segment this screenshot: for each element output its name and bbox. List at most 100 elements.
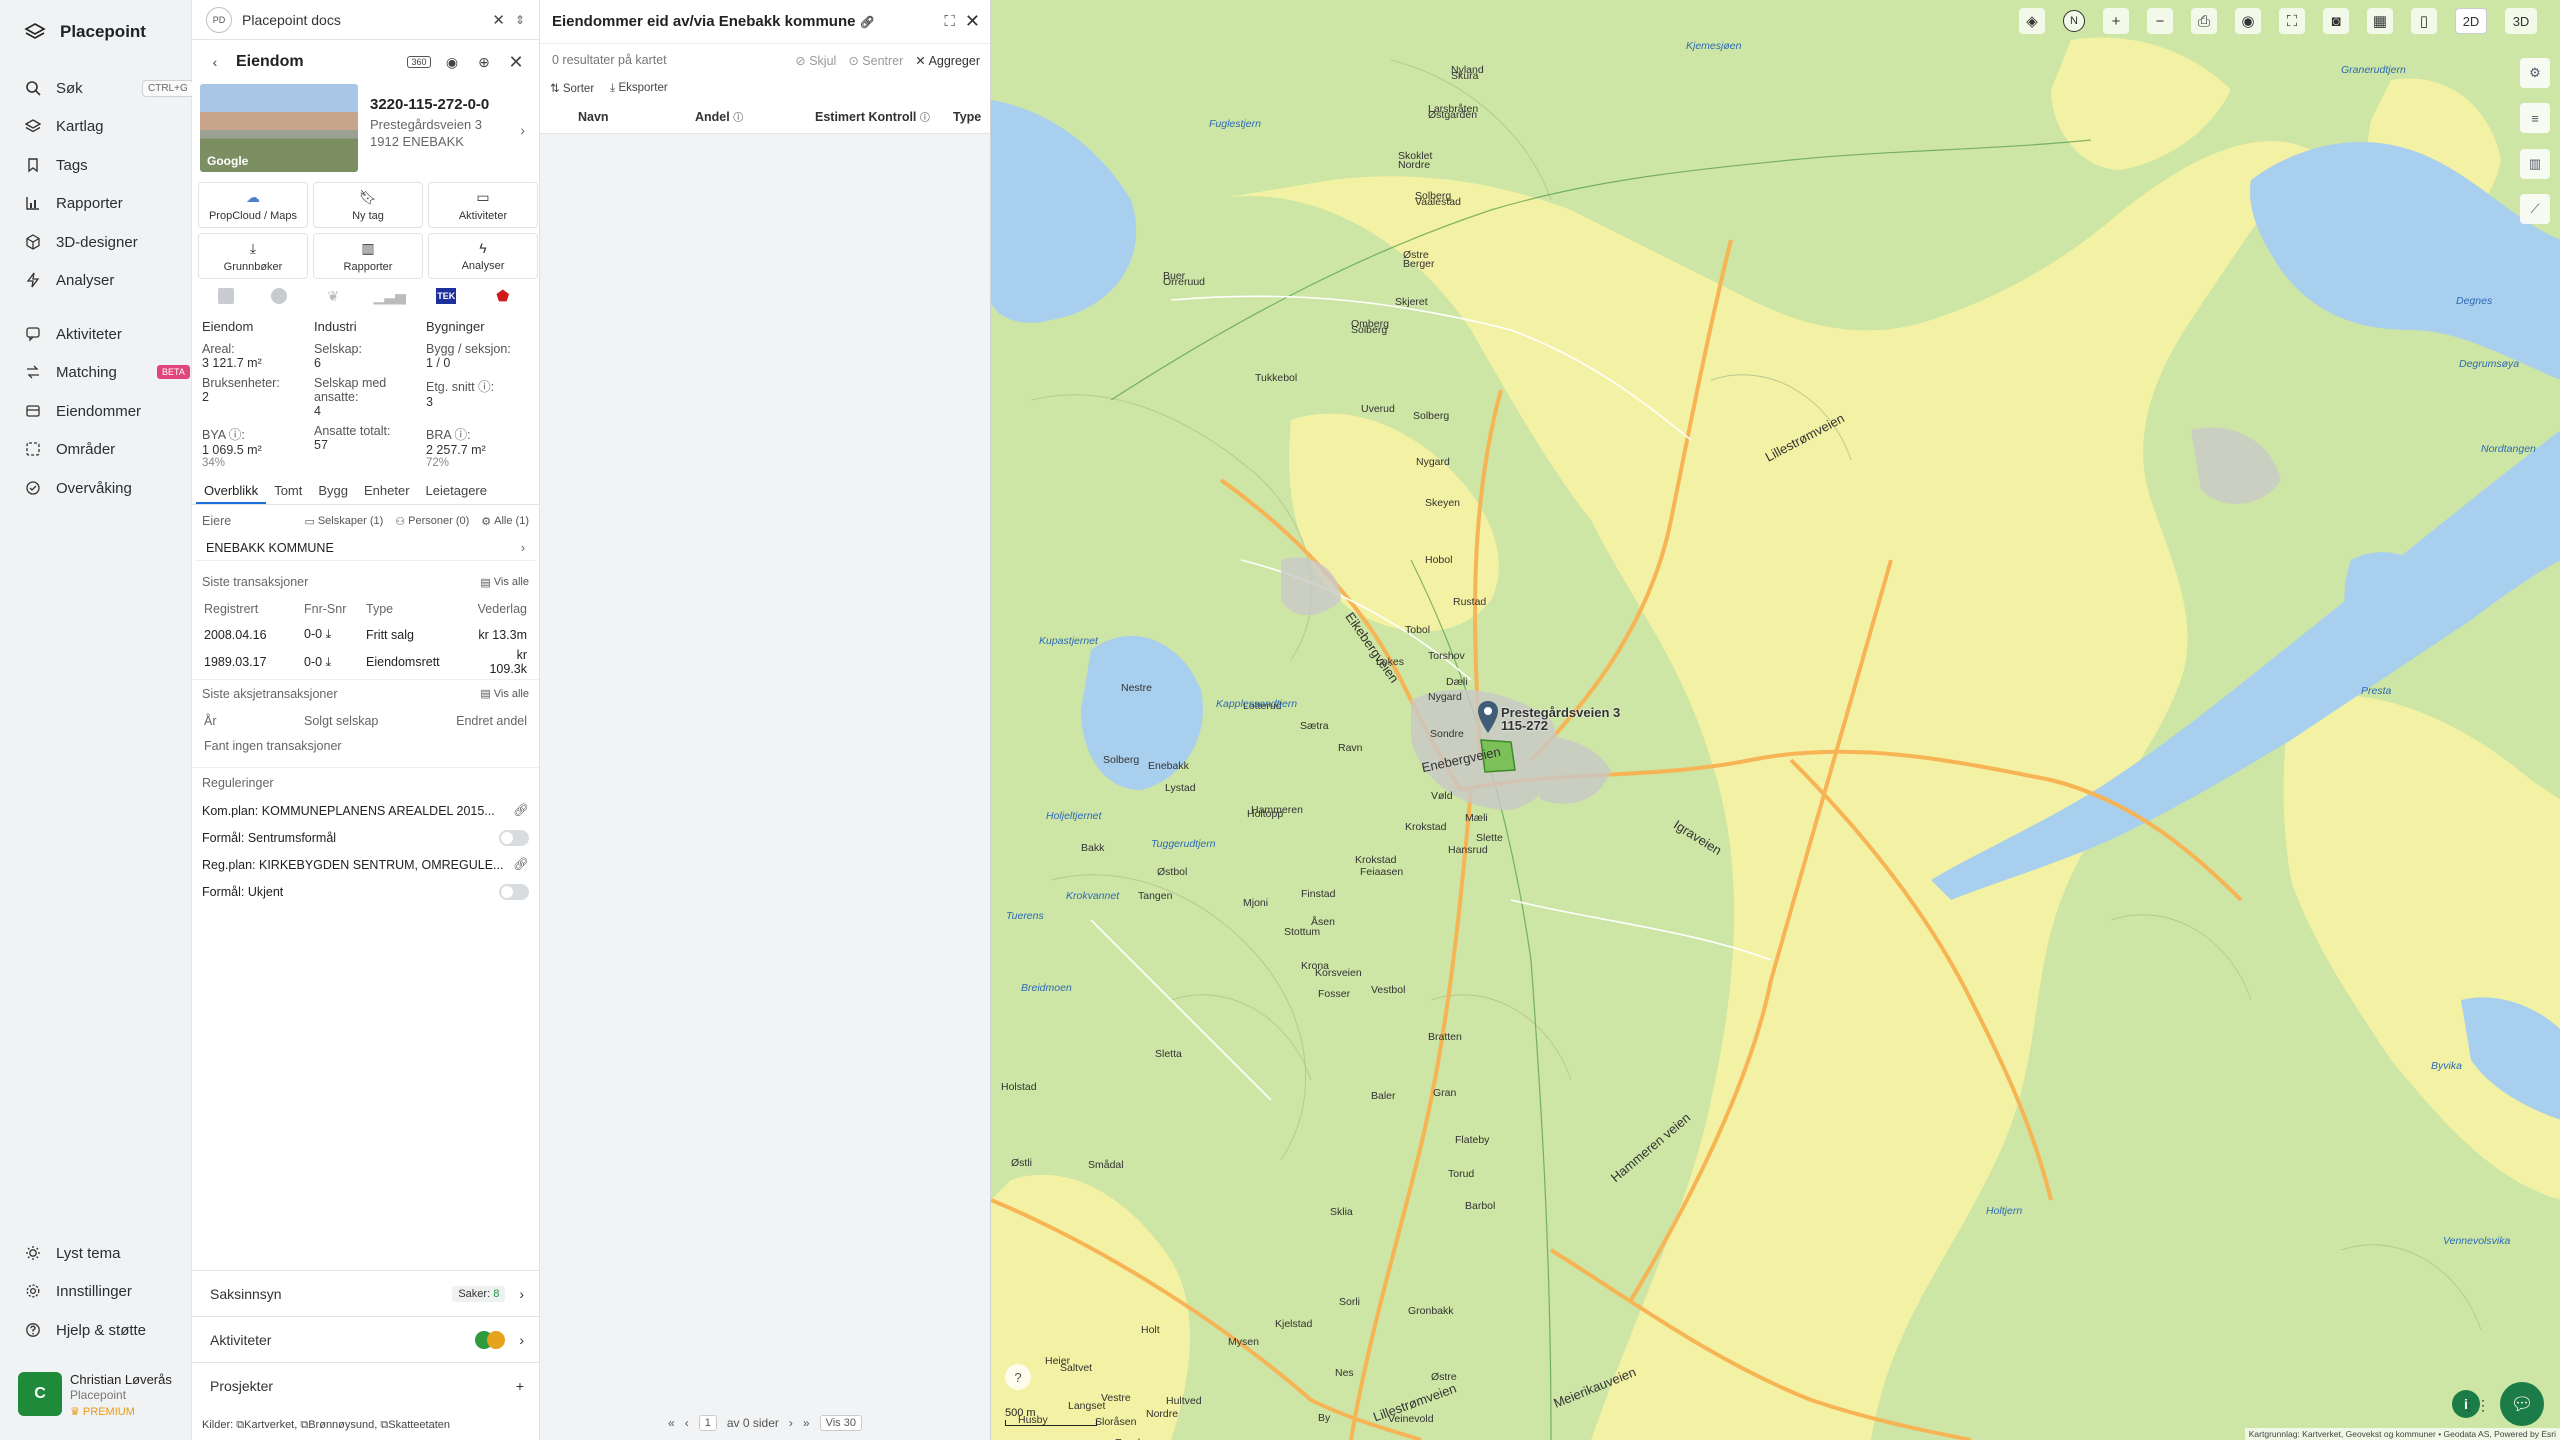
- mode-2d-button[interactable]: 2D: [2455, 8, 2487, 34]
- tile-grunnboker[interactable]: ⤓ Grunnbøker: [198, 233, 308, 279]
- eye-icon[interactable]: ◉: [441, 54, 463, 71]
- next-page-icon[interactable]: ›: [789, 1416, 793, 1430]
- street-view-photo[interactable]: Google: [200, 84, 358, 172]
- fullscreen-icon[interactable]: ⛶: [944, 13, 955, 30]
- prev-page-icon[interactable]: ‹: [685, 1416, 689, 1430]
- col-navn[interactable]: Navn: [540, 110, 685, 124]
- map-settings-icon[interactable]: ⚙: [2520, 58, 2550, 88]
- saksinnsyn-row[interactable]: Saksinnsyn Saker: 8 ›: [192, 1270, 540, 1316]
- col-type[interactable]: Type: [945, 110, 981, 124]
- tile-aktiviteter[interactable]: ▭ Aktiviteter: [428, 182, 538, 228]
- last-page-icon[interactable]: »: [803, 1416, 810, 1430]
- mode-3d-button[interactable]: 3D: [2505, 8, 2537, 34]
- drag-handle-icon[interactable]: ⋮⋮: [2462, 1397, 2490, 1414]
- docs-title[interactable]: Placepoint docs: [242, 12, 482, 28]
- aktiviteter-row[interactable]: Aktiviteter ›: [192, 1316, 540, 1362]
- tab-leietagere[interactable]: Leietagere: [418, 479, 495, 504]
- chevron-right-icon[interactable]: ›: [520, 122, 525, 138]
- nav-item-lyst-tema[interactable]: Lyst tema: [24, 1238, 174, 1268]
- export-button[interactable]: ⤓ Eksporter: [610, 82, 668, 95]
- nav-item-rapporter[interactable]: Rapporter: [24, 188, 174, 218]
- reg-item[interactable]: Reg.plan: KIRKEBYGDEN SENTRUM, OMREGULE.…: [192, 851, 539, 878]
- nav-item-eiendommer[interactable]: Eiendommer: [24, 396, 174, 426]
- plus-icon[interactable]: +: [516, 1378, 524, 1394]
- table-row[interactable]: 2008.04.16 0-0 ⤓ Fritt salg kr 13.3m: [192, 621, 539, 648]
- filter-selskaper[interactable]: ▭ Selskaper (1): [304, 515, 383, 528]
- owner-row[interactable]: ENEBAKK KOMMUNE ›: [196, 535, 535, 561]
- tab-enheter[interactable]: Enheter: [356, 479, 418, 504]
- map-layers-icon[interactable]: ≡: [2520, 103, 2550, 133]
- tab-bygg[interactable]: Bygg: [310, 479, 356, 504]
- tile-ny-tag[interactable]: 🔖︎ Ny tag: [313, 182, 423, 228]
- close-icon[interactable]: ✕: [492, 11, 505, 29]
- sort-button[interactable]: ⇅ Sorter: [550, 81, 594, 95]
- zoom-in-icon[interactable]: +: [2103, 8, 2129, 34]
- nav-item-aktiviteter[interactable]: Aktiviteter: [24, 319, 174, 349]
- nav-item-kartlag[interactable]: Kartlag: [24, 111, 174, 141]
- nav-item-tags[interactable]: Tags: [24, 150, 174, 180]
- grid-icon[interactable]: ▦: [2367, 8, 2393, 34]
- map-help-icon[interactable]: ?: [1005, 1364, 1031, 1390]
- fullscreen-icon[interactable]: ⛶: [2279, 8, 2305, 34]
- expand-vertical-icon[interactable]: ⇕: [515, 13, 525, 27]
- first-page-icon[interactable]: «: [668, 1416, 675, 1430]
- download-icon[interactable]: ⤓: [326, 627, 332, 641]
- back-icon[interactable]: ‹: [204, 54, 226, 70]
- matrikkel-icon[interactable]: [218, 288, 235, 304]
- map-chart-icon[interactable]: ▥: [2520, 149, 2550, 179]
- map-canvas[interactable]: [991, 0, 2560, 1440]
- globe-icon[interactable]: [270, 288, 287, 304]
- nav-item-analyser[interactable]: Analyser: [24, 265, 174, 295]
- leaf-icon[interactable]: ❦: [323, 286, 343, 306]
- nav-item-sok[interactable]: Søk CTRL+G: [24, 73, 194, 103]
- filter-alle[interactable]: ⚙ Alle (1): [481, 515, 529, 528]
- map-measure-icon[interactable]: ⟋: [2520, 194, 2550, 224]
- link-icon[interactable]: 🔗︎: [513, 857, 529, 872]
- nav-item-omrader[interactable]: Områder: [24, 434, 174, 464]
- filter-personer[interactable]: ⚇ Personer (0): [395, 515, 469, 528]
- camera-icon[interactable]: ◙: [2323, 8, 2349, 34]
- reg-toggle[interactable]: [499, 829, 529, 846]
- reg-toggle[interactable]: [499, 883, 529, 900]
- building-red-icon[interactable]: ⬟: [493, 286, 513, 306]
- share-tx-show-all[interactable]: ▤ Vis alle: [480, 687, 529, 701]
- tab-tomt[interactable]: Tomt: [266, 479, 310, 504]
- close-icon[interactable]: ✕: [965, 11, 980, 32]
- nav-item-matching[interactable]: Matching BETA: [24, 357, 190, 387]
- add-circle-icon[interactable]: ⊕: [473, 54, 495, 71]
- user-profile[interactable]: C Christian Løverås Placepoint ♛ PREMIUM: [18, 1372, 172, 1418]
- bookmark-icon[interactable]: ▯: [2411, 8, 2437, 34]
- property-summary[interactable]: Google 3220-115-272-0-0 Prestegårdsveien…: [192, 84, 539, 176]
- tile-analyser[interactable]: ϟ Analyser: [428, 233, 538, 279]
- nav-item-overvaking[interactable]: Overvåking: [24, 473, 174, 503]
- per-page-select[interactable]: Vis 30: [819, 1415, 862, 1431]
- nav-item-hjelp[interactable]: Hjelp & støtte: [24, 1315, 174, 1345]
- source-link[interactable]: ⧉Brønnøysund,: [300, 1419, 377, 1431]
- link-icon[interactable]: 🔗︎: [860, 15, 875, 29]
- north-arrow-icon[interactable]: N: [2063, 10, 2085, 32]
- center-button[interactable]: ⊙ Sentrer: [848, 53, 903, 68]
- source-link[interactable]: ⧉Skatteetaten: [380, 1419, 450, 1431]
- chat-support-icon[interactable]: 💬︎: [2500, 1382, 2544, 1426]
- tab-overblikk[interactable]: Overblikk: [196, 479, 267, 504]
- nav-item-3d-designer[interactable]: 3D-designer: [24, 227, 174, 257]
- prosjekter-row[interactable]: Prosjekter +: [192, 1362, 540, 1408]
- table-row[interactable]: 1989.03.17 0-0 ⤓ Eiendomsrett kr 109.3k: [192, 648, 539, 676]
- col-estimert-kontroll[interactable]: Estimert Kontroll ⓘ: [805, 109, 945, 124]
- tile-propcloud[interactable]: ☁ PropCloud / Maps: [198, 182, 308, 228]
- zoom-out-icon[interactable]: −: [2147, 8, 2173, 34]
- transactions-show-all[interactable]: ▤ Vis alle: [480, 576, 529, 589]
- download-icon[interactable]: ⤓: [326, 655, 332, 669]
- layers-3d-icon[interactable]: ◈: [2019, 8, 2045, 34]
- close-icon[interactable]: ✕: [505, 52, 527, 73]
- tile-rapporter[interactable]: ▥ Rapporter: [313, 233, 423, 279]
- col-andel[interactable]: Andel ⓘ: [685, 109, 805, 124]
- brand[interactable]: Placepoint: [24, 22, 146, 42]
- signal-icon[interactable]: ▁▃▅: [374, 286, 406, 306]
- nav-item-innstillinger[interactable]: Innstillinger: [24, 1276, 174, 1306]
- source-link[interactable]: ⧉Kartverket,: [236, 1419, 297, 1431]
- 360-view-icon[interactable]: 360: [407, 56, 431, 68]
- print-icon[interactable]: ⎙: [2191, 8, 2217, 34]
- link-icon[interactable]: 🔗︎: [513, 803, 529, 818]
- map-view[interactable]: ◈ N + − ⎙ ◉ ⛶ ◙ ▦ ▯ 2D 3D ⚙ ≡ ▥ ⟋ Preste…: [990, 0, 2560, 1440]
